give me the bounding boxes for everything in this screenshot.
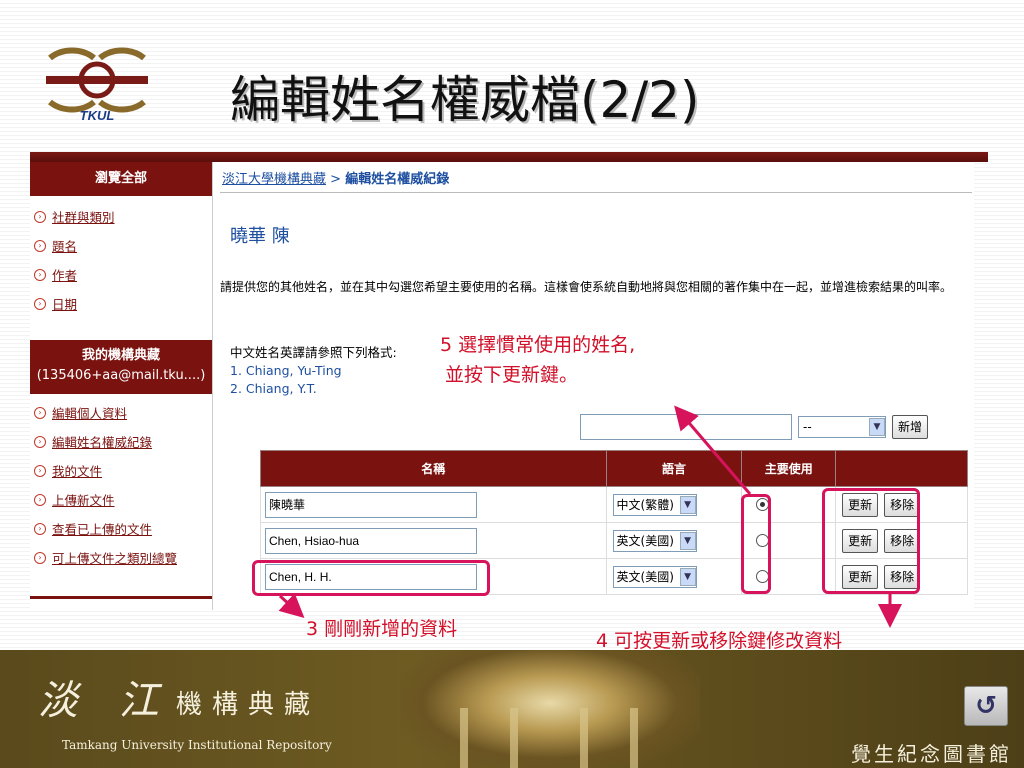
footer-calligraphy-repository: 機構典藏 bbox=[176, 690, 321, 720]
sidebar-item-title[interactable]: › 題名 bbox=[30, 231, 212, 260]
sidebar-item-upload-categories[interactable]: › 可上傳文件之類別總覽 bbox=[30, 543, 212, 572]
column-header-actions bbox=[835, 450, 968, 487]
arrow-bullet-icon: › bbox=[34, 435, 46, 448]
breadcrumb-separator: > bbox=[330, 172, 342, 187]
highlight-new-entry bbox=[252, 560, 490, 596]
browse-list: › 社群與類別 › 題名 › 作者 › 日期 bbox=[30, 196, 212, 318]
person-name: 曉華 陳 bbox=[230, 226, 290, 247]
annotation-step4: 4 可按更新或移除鍵修改資料 bbox=[596, 630, 843, 652]
arrow-bullet-icon: › bbox=[34, 551, 46, 564]
sidebar-divider bbox=[212, 162, 213, 610]
breadcrumb-home-link[interactable]: 淡江大學機構典藏 bbox=[222, 172, 326, 187]
annotation-step5-line2: 並按下更新鍵。 bbox=[445, 364, 579, 386]
add-name-row: -- ▼ 新增 bbox=[580, 414, 929, 440]
name-format-help: 中文姓名英譯請參照下列格式: 1. Chiang, Yu-Ting 2. Chi… bbox=[230, 344, 397, 398]
slide-title: 編輯姓名權威檔(2/2) bbox=[230, 71, 700, 129]
highlight-primary-radios bbox=[741, 494, 771, 594]
footer-library-name: 覺生紀念圖書館 bbox=[851, 742, 1012, 766]
footer-banner: 淡 江 機構典藏 Tamkang University Institutiona… bbox=[0, 650, 1024, 768]
my-repository-group: 我的機構典藏 (135406+aa@mail.tku....) › 編輯個人資料 … bbox=[30, 340, 212, 572]
column-header-language: 語言 bbox=[605, 450, 743, 487]
title-divider bbox=[30, 152, 988, 162]
language-select[interactable]: 英文(美國) ▼ bbox=[612, 529, 697, 552]
footer-english-name: Tamkang University Institutional Reposit… bbox=[62, 738, 332, 752]
arrow-bullet-icon: › bbox=[34, 493, 46, 506]
annotation-step3: 3 剛剛新增的資料 bbox=[306, 618, 458, 640]
sidebar-item-author[interactable]: › 作者 bbox=[30, 260, 212, 289]
sidebar-item-edit-name-authority[interactable]: › 編輯姓名權威紀錄 bbox=[30, 427, 212, 456]
account-email: (135406+aa@mail.tku....) bbox=[36, 368, 206, 383]
language-select[interactable]: 中文(繁體) ▼ bbox=[612, 493, 697, 516]
chevron-down-icon[interactable]: ▼ bbox=[679, 495, 696, 514]
library-photo bbox=[400, 650, 700, 768]
name-input[interactable]: Chen, Hsiao-hua bbox=[265, 527, 477, 554]
arrow-bullet-icon: › bbox=[34, 406, 46, 419]
format-example-2: 2. Chiang, Y.T. bbox=[230, 381, 317, 396]
sidebar-item-edit-profile[interactable]: › 編輯個人資料 bbox=[30, 398, 212, 427]
highlight-action-buttons bbox=[822, 488, 920, 594]
arrow-bullet-icon: › bbox=[34, 522, 46, 535]
sidebar: 瀏覽全部 › 社群與類別 › 題名 › 作者 › 日期 我的機構典藏 (135406+a… bbox=[30, 162, 212, 610]
name-input[interactable]: 陳曉華 bbox=[265, 491, 477, 518]
sidebar-item-my-documents[interactable]: › 我的文件 bbox=[30, 456, 212, 485]
arrow-bullet-icon: › bbox=[34, 239, 46, 252]
table-header-row: 名稱 語言 主要使用 bbox=[260, 450, 968, 487]
new-language-select[interactable]: -- ▼ bbox=[798, 416, 886, 438]
new-name-input[interactable] bbox=[580, 414, 792, 440]
breadcrumb: 淡江大學機構典藏 > 編輯姓名權威紀錄 bbox=[222, 168, 449, 187]
annotation-step5-line1: 5 選擇慣常使用的姓名, bbox=[440, 334, 636, 356]
breadcrumb-current: 編輯姓名權威紀錄 bbox=[345, 172, 450, 187]
column-header-primary: 主要使用 bbox=[741, 450, 837, 487]
arrow-bullet-icon: › bbox=[34, 464, 46, 477]
my-repository-list: › 編輯個人資料 › 編輯姓名權威紀錄 › 我的文件 › 上傳新文件 › 查看已上傳的文件… bbox=[30, 394, 212, 572]
my-repository-header: 我的機構典藏 (135406+aa@mail.tku....) bbox=[30, 340, 212, 394]
chevron-down-icon[interactable]: ▼ bbox=[679, 531, 696, 550]
add-button[interactable]: 新增 bbox=[892, 415, 929, 439]
arrow-bullet-icon: › bbox=[34, 297, 46, 310]
logo-text: TKUL bbox=[80, 108, 115, 123]
instructions-text: 請提供您的其他姓名，並在其中勾選您希望主要使用的名稱。這樣會使系統自動地將與您相… bbox=[220, 280, 953, 294]
column-header-name: 名稱 bbox=[260, 450, 607, 487]
chevron-down-icon[interactable]: ▼ bbox=[869, 418, 885, 436]
tkul-logo: TKUL bbox=[46, 47, 148, 123]
format-intro: 中文姓名英譯請參照下列格式: bbox=[230, 345, 397, 360]
browse-header: 瀏覽全部 bbox=[30, 162, 212, 196]
sidebar-item-communities[interactable]: › 社群與類別 bbox=[30, 202, 212, 231]
breadcrumb-divider bbox=[220, 192, 972, 193]
language-select[interactable]: 英文(美國) ▼ bbox=[612, 565, 697, 588]
new-language-value: -- bbox=[803, 420, 812, 434]
sidebar-item-view-uploaded[interactable]: › 查看已上傳的文件 bbox=[30, 514, 212, 543]
sidebar-item-upload[interactable]: › 上傳新文件 bbox=[30, 485, 212, 514]
arrow-bullet-icon: › bbox=[34, 210, 46, 223]
sidebar-bottom-rule bbox=[30, 596, 212, 606]
return-icon[interactable]: ↺ bbox=[964, 686, 1008, 726]
footer-calligraphy-tamkang: 淡 江 bbox=[38, 678, 173, 724]
arrow-bullet-icon: › bbox=[34, 268, 46, 281]
chevron-down-icon[interactable]: ▼ bbox=[679, 567, 696, 586]
format-example-1: 1. Chiang, Yu-Ting bbox=[230, 363, 342, 378]
sidebar-item-date[interactable]: › 日期 bbox=[30, 289, 212, 318]
